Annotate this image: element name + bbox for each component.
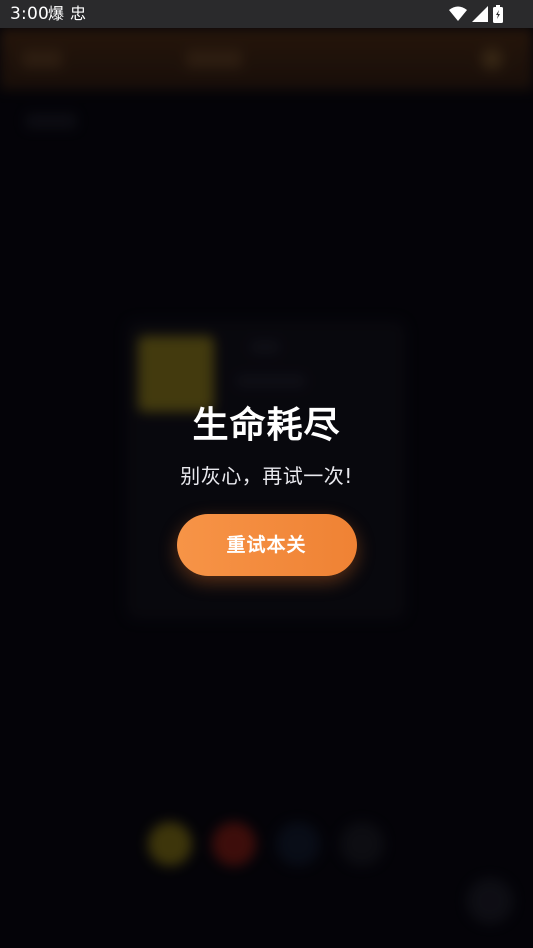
status-bar: 3:00 爆 忠 xyxy=(0,0,533,28)
wifi-icon xyxy=(449,6,467,26)
notification-icon: 爆 xyxy=(48,4,65,23)
status-time: 3:00 xyxy=(10,4,49,24)
notification-icons: 爆 忠 xyxy=(48,4,86,24)
system-icons xyxy=(449,5,503,27)
game-over-dialog: 生命耗尽 别灰心，再试一次! 重试本关 xyxy=(0,400,533,576)
notification-icon: 忠 xyxy=(70,4,87,23)
retry-level-button[interactable]: 重试本关 xyxy=(176,514,357,576)
battery-icon xyxy=(493,5,503,27)
signal-icon xyxy=(472,6,488,26)
dialog-title: 生命耗尽 xyxy=(192,405,341,446)
game-over-screen: 3:00 爆 忠 生命耗尽 别灰心，再试一次! 重试本关 xyxy=(0,0,533,948)
dialog-subtitle: 别灰心，再试一次! xyxy=(180,464,353,488)
